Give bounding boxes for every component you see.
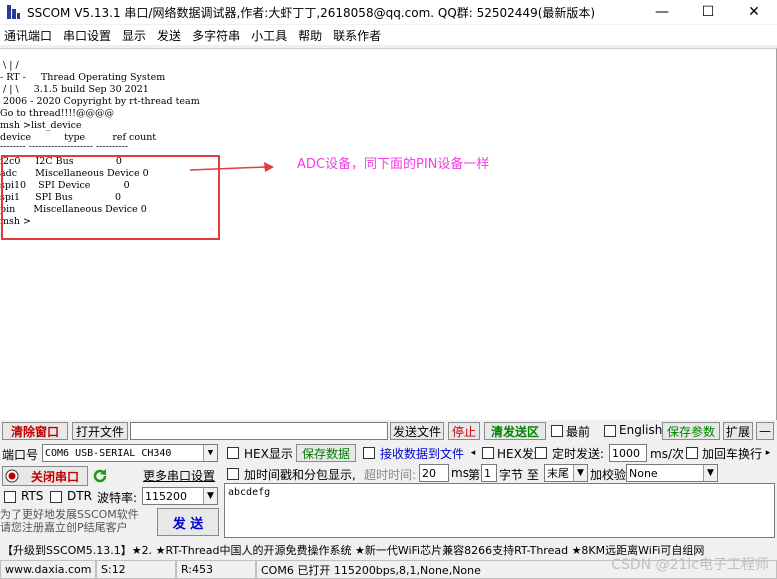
received-count: R:453 — [176, 560, 256, 579]
arrow-icon — [190, 162, 274, 172]
timed-send-checkbox[interactable] — [535, 447, 547, 459]
baud-value: 115200 — [145, 489, 187, 503]
hex-display-label: HEX显示 — [244, 447, 293, 461]
topmost-label: 最前 — [566, 425, 591, 439]
byte-end-select[interactable]: 末尾 ▼ — [544, 464, 588, 482]
watermark: CSDN @21ic电子工程师 — [611, 557, 769, 573]
hex-display-checkbox[interactable] — [227, 447, 239, 459]
terminal-line: 2006 - 2020 Copyright by rt-thread team — [0, 96, 200, 107]
expand-button[interactable]: 扩展 — [723, 422, 753, 440]
window-title: SSCOM V5.13.1 串口/网络数据调试器,作者:大虾丁丁,2618058… — [27, 5, 596, 20]
promo-text: 为了更好地发展SSCOM软件 请您注册嘉立创P结尾客户 — [0, 508, 139, 534]
clear-window-button[interactable]: 清除窗口 — [2, 422, 68, 440]
baud-select[interactable]: 115200 ▼ — [142, 487, 218, 505]
terminal-line: Go to thread!!!!@@@@ — [0, 108, 114, 119]
checksum-value: None — [629, 466, 658, 480]
menu-serial-settings[interactable]: 串口设置 — [59, 27, 118, 44]
timed-send-label: 定时发送: — [552, 447, 605, 461]
menu-contact[interactable]: 联系作者 — [329, 27, 388, 44]
append-crlf-checkbox[interactable] — [686, 447, 698, 459]
rts-label: RTS — [21, 489, 44, 503]
collapse-button[interactable]: — — [756, 422, 774, 440]
menu-tools[interactable]: 小工具 — [247, 27, 294, 44]
interval-unit: ms/次 — [650, 447, 684, 461]
timestamp-label: 加时间戳和分包显示, — [244, 468, 356, 482]
menu-comm-port[interactable]: 通讯端口 — [0, 27, 59, 44]
byte-index-input[interactable]: 1 — [481, 464, 497, 482]
english-checkbox[interactable] — [604, 425, 616, 437]
scroll-left-icon[interactable]: ◂ — [467, 445, 479, 461]
chevron-down-icon[interactable]: ▼ — [573, 465, 587, 481]
file-path-input[interactable] — [130, 422, 388, 440]
terminal-line: - RT - Thread Operating System — [0, 72, 166, 83]
minimize-button[interactable]: — — [639, 0, 685, 24]
sent-count: S:12 — [96, 560, 176, 579]
save-data-button[interactable]: 保存数据 — [296, 444, 356, 462]
terminal-line: / | \ 3.1.5 build Sep 30 2021 — [0, 84, 149, 95]
menu-bar: 通讯端口 串口设置 显示 发送 多字符串 小工具 帮助 联系作者 — [0, 25, 777, 45]
chevron-down-icon[interactable]: ▼ — [703, 465, 717, 481]
menu-display[interactable]: 显示 — [118, 27, 153, 44]
port-select[interactable]: COM6 USB-SERIAL CH340 ▼ — [42, 444, 218, 462]
timeout-ms: ms — [451, 466, 469, 480]
menu-send[interactable]: 发送 — [153, 27, 188, 44]
dtr-label: DTR — [67, 489, 92, 503]
timeout-input[interactable]: 20 — [419, 464, 449, 482]
annotation-text: ADC设备，同下面的PIN设备一样 — [297, 157, 490, 172]
recv-to-file-checkbox[interactable] — [363, 447, 375, 459]
terminal-line: -------- -------------------- ---------- — [0, 141, 129, 152]
clear-send-button[interactable]: 清发送区 — [484, 422, 546, 440]
close-button[interactable]: ✕ — [731, 0, 777, 24]
port-select-value: COM6 USB-SERIAL CH340 — [45, 447, 172, 459]
receive-terminal[interactable]: \ | / - RT - Thread Operating System / |… — [0, 48, 777, 420]
title-bar: SSCOM V5.13.1 串口/网络数据调试器,作者:大虾丁丁,2618058… — [0, 0, 777, 24]
baud-label: 波特率: — [97, 491, 138, 505]
recv-to-file-label: 接收数据到文件 — [380, 447, 465, 461]
more-settings-link[interactable]: 更多串口设置 — [143, 467, 215, 484]
save-params-button[interactable]: 保存参数 — [662, 422, 720, 440]
send-file-button[interactable]: 发送文件 — [390, 422, 444, 440]
menu-help[interactable]: 帮助 — [294, 27, 329, 44]
menu-multi-string[interactable]: 多字符串 — [188, 27, 247, 44]
maximize-button[interactable]: ☐ — [685, 0, 731, 24]
send-button[interactable]: 发 送 — [157, 508, 219, 536]
send-textarea[interactable]: abcdefg — [224, 483, 775, 538]
port-label: 端口号 — [2, 448, 39, 462]
chevron-down-icon[interactable]: ▼ — [203, 445, 217, 461]
nth-label: 第 — [468, 468, 481, 482]
chevron-down-icon[interactable]: ▼ — [203, 488, 217, 504]
close-port-button[interactable]: 关闭串口 — [2, 466, 88, 486]
open-file-button[interactable]: 打开文件 — [72, 422, 128, 440]
refresh-icon[interactable] — [92, 468, 108, 484]
highlight-box — [1, 155, 220, 240]
interval-input[interactable]: 1000 — [609, 444, 647, 462]
website-link[interactable]: www.daxia.com — [0, 560, 96, 579]
dtr-checkbox[interactable] — [50, 491, 62, 503]
scroll-right-icon[interactable]: ▸ — [762, 445, 774, 461]
stop-button[interactable]: 停止 — [448, 422, 480, 440]
rts-checkbox[interactable] — [4, 491, 16, 503]
promo-line-1: 为了更好地发展SSCOM软件 — [0, 508, 139, 521]
timestamp-checkbox[interactable] — [227, 468, 239, 480]
terminal-line: msh >list_device — [0, 120, 82, 131]
close-port-label: 关闭串口 — [31, 469, 80, 484]
promo-line-2: 请您注册嘉立创P结尾客户 — [0, 521, 128, 534]
checksum-label: 加校验 — [590, 468, 627, 482]
checksum-select[interactable]: None ▼ — [626, 464, 718, 482]
byte-end-value: 末尾 — [547, 467, 569, 480]
terminal-line: \ | / — [0, 60, 19, 71]
record-icon — [5, 469, 19, 483]
app-icon — [5, 4, 21, 20]
topmost-checkbox[interactable] — [551, 425, 563, 437]
hex-send-checkbox[interactable] — [482, 447, 494, 459]
english-label: English — [619, 423, 663, 437]
timeout-label: 超时时间: — [364, 468, 417, 482]
byte-to-label: 字节 至 — [499, 468, 539, 482]
append-crlf-label: 加回车换行 — [702, 447, 763, 461]
